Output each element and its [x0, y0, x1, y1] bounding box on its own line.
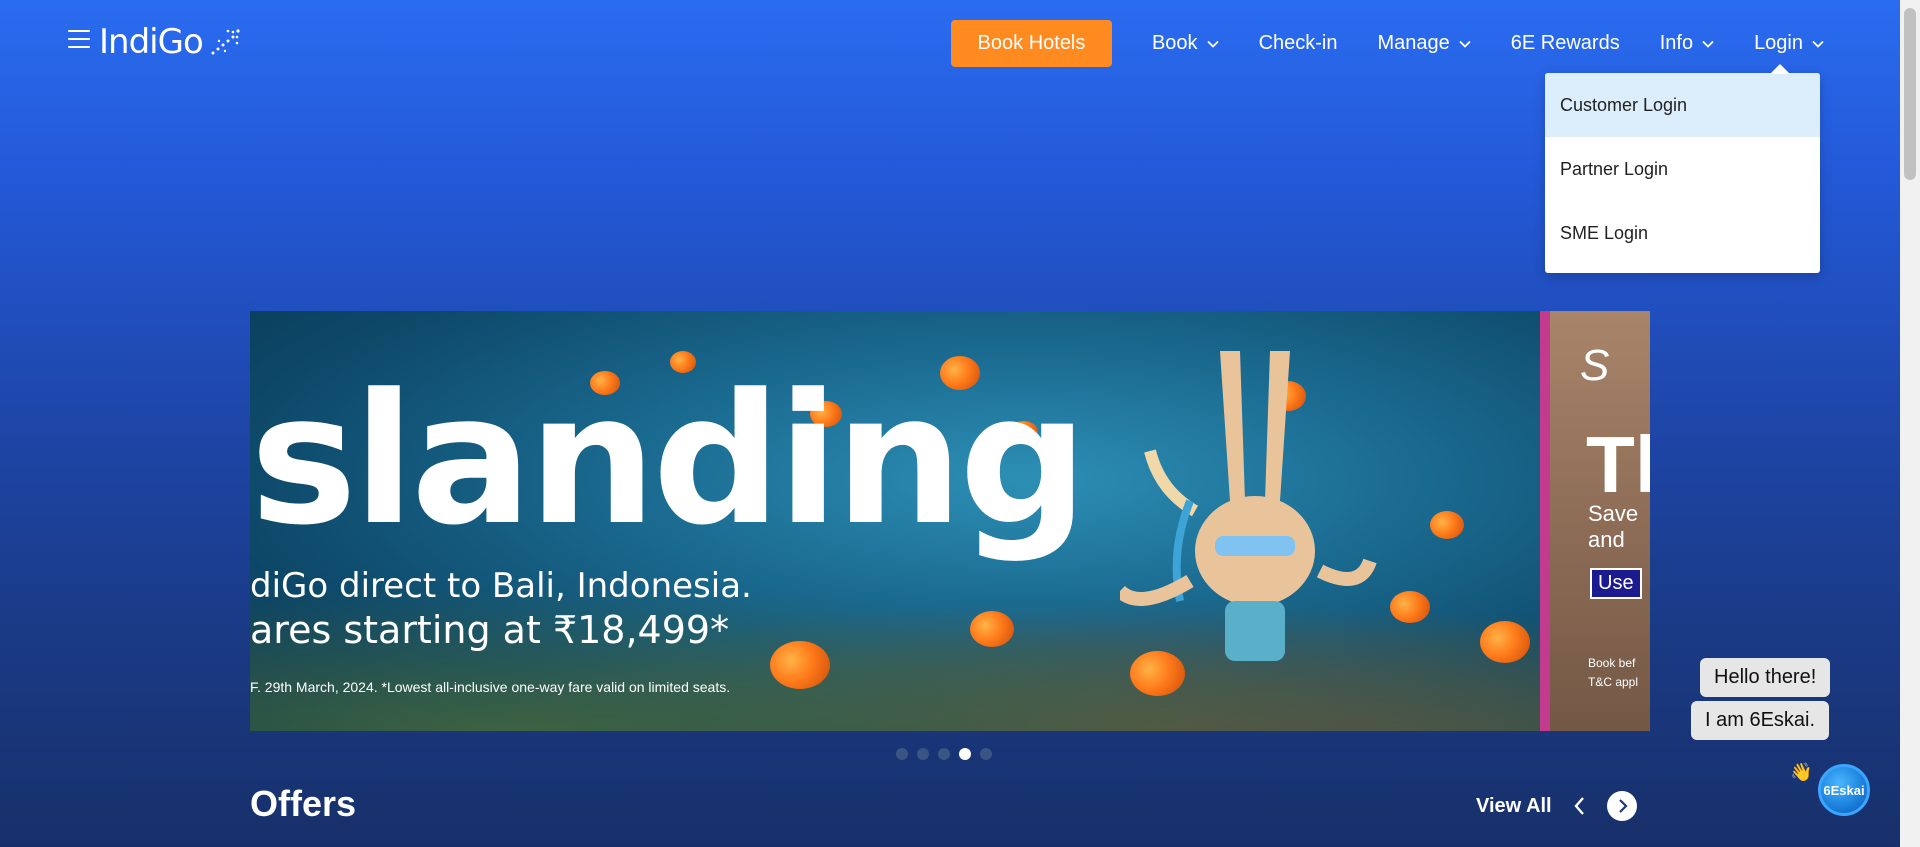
chevron-down-icon: [1459, 40, 1471, 48]
chevron-down-icon: [1206, 40, 1219, 48]
nav-info-label: Info: [1659, 32, 1694, 54]
nav-manage-label: Manage: [1377, 32, 1450, 54]
fish-decoration: [1390, 591, 1430, 623]
scrollbar-thumb[interactable]: [1904, 8, 1916, 180]
hero-banner[interactable]: slanding diGo direct to Bali, Indonesia.…: [250, 311, 1650, 731]
nav-book[interactable]: Book: [1152, 32, 1219, 55]
main-nav: Book Hotels Book Check-in Manage 6E Rewa…: [950, 20, 1824, 67]
nav-checkin[interactable]: Check-in: [1259, 32, 1338, 55]
banner-fare: ares starting at ₹18,499*: [250, 608, 730, 652]
indigo-logo[interactable]: IndiGo: [99, 22, 241, 62]
chatbot-avatar[interactable]: 6Eskai: [1818, 764, 1870, 816]
chat-bubble-intro[interactable]: I am 6Eskai.: [1691, 701, 1830, 740]
next-offer-button[interactable]: [1607, 791, 1637, 821]
sme-login-item[interactable]: SME Login: [1545, 201, 1820, 265]
fish-decoration: [970, 611, 1014, 647]
carousel-dot[interactable]: [980, 748, 992, 760]
next-slide-logo: S: [1580, 341, 1610, 390]
customer-login-item[interactable]: Customer Login: [1545, 73, 1820, 137]
nav-book-label: Book: [1151, 32, 1198, 54]
nav-checkin-label: Check-in: [1258, 32, 1338, 54]
banner-subtitle: diGo direct to Bali, Indonesia.: [250, 566, 752, 606]
next-slide-code: Use: [1590, 568, 1642, 599]
carousel-dot-active[interactable]: [959, 748, 971, 760]
book-hotels-button[interactable]: Book Hotels: [950, 20, 1112, 67]
carousel-dots: [896, 748, 1001, 760]
login-dropdown: Customer Login Partner Login SME Login: [1545, 64, 1820, 273]
next-slide-text: Save and: [1588, 501, 1638, 554]
next-slide-text-line1: Save: [1588, 501, 1639, 526]
partner-login-item[interactable]: Partner Login: [1545, 137, 1820, 201]
next-slide-fine-print: Book bef T&C appl: [1588, 654, 1638, 692]
chevron-left-icon[interactable]: [1570, 794, 1590, 818]
nav-login-label: Login: [1754, 32, 1803, 54]
chevron-down-icon: [1702, 40, 1714, 48]
snorkeler-illustration: [1120, 351, 1377, 661]
carousel-dot[interactable]: [938, 748, 950, 760]
fish-decoration: [1430, 511, 1464, 539]
nav-rewards-label: 6E Rewards: [1510, 32, 1620, 54]
hamburger-menu-icon[interactable]: [68, 30, 90, 52]
next-slide-fine-line1: Book bef: [1588, 656, 1636, 670]
carousel-dot[interactable]: [896, 748, 908, 760]
next-slide-text-line2: and: [1588, 527, 1625, 553]
plane-dots-icon: [211, 29, 240, 55]
carousel-dot[interactable]: [917, 748, 929, 760]
next-slide-title: Th: [1586, 420, 1650, 509]
chevron-down-icon: [1812, 40, 1824, 48]
view-all-link[interactable]: View All: [1476, 795, 1552, 818]
banner-title: slanding: [250, 356, 1088, 565]
fish-decoration: [1480, 621, 1530, 663]
banner-slide-next[interactable]: S Th Save and Use Book bef T&C appl: [1540, 311, 1650, 731]
chat-bubble-greeting[interactable]: Hello there!: [1700, 658, 1831, 697]
scrollbar[interactable]: [1900, 0, 1920, 847]
nav-rewards[interactable]: 6E Rewards: [1511, 32, 1620, 55]
nav-info[interactable]: Info: [1660, 32, 1714, 55]
banner-slide-bali[interactable]: slanding diGo direct to Bali, Indonesia.…: [250, 311, 1540, 731]
fish-decoration: [770, 641, 830, 689]
offers-heading: Offers: [250, 783, 357, 824]
nav-login[interactable]: Login: [1754, 32, 1824, 55]
logo-text: IndiGo: [99, 22, 204, 62]
wave-hand-icon: 👋: [1790, 762, 1813, 782]
nav-manage[interactable]: Manage: [1377, 32, 1471, 55]
chevron-right-icon: [1619, 799, 1628, 813]
banner-fine-print: F. 29th March, 2024. *Lowest all-inclusi…: [250, 679, 731, 695]
next-slide-fine-line2: T&C appl: [1588, 675, 1639, 690]
